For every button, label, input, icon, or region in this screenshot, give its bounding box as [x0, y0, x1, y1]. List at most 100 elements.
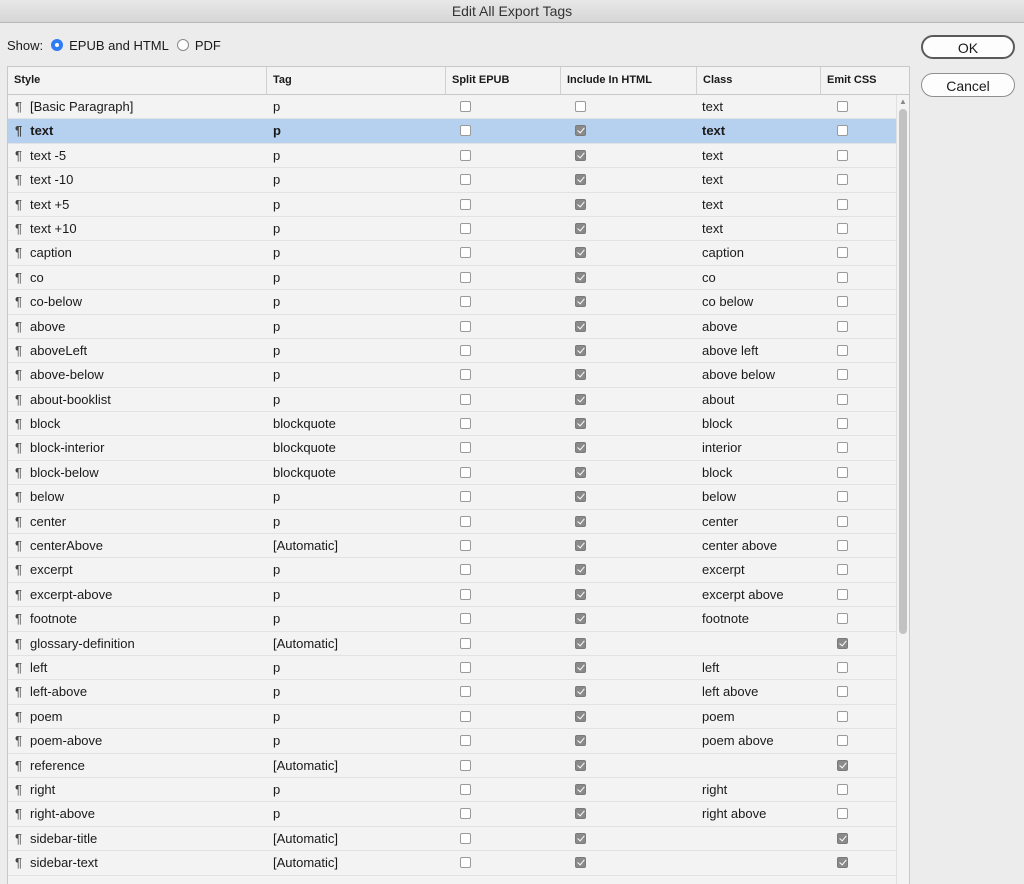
- emit-css-checkbox[interactable]: [837, 418, 848, 430]
- include-html-checkbox[interactable]: [575, 271, 586, 283]
- split-epub-checkbox[interactable]: [460, 125, 471, 137]
- table-row[interactable]: ¶ text +10 p text: [8, 217, 896, 242]
- split-epub-checkbox[interactable]: [460, 857, 471, 869]
- tag-cell[interactable]: p: [273, 144, 280, 168]
- split-epub-checkbox[interactable]: [460, 491, 471, 503]
- emit-css-checkbox[interactable]: [837, 637, 848, 649]
- split-epub-checkbox[interactable]: [460, 222, 471, 234]
- tag-cell[interactable]: [Automatic]: [273, 754, 338, 778]
- class-cell[interactable]: right above: [702, 802, 766, 826]
- include-html-checkbox[interactable]: [575, 540, 586, 552]
- include-html-checkbox[interactable]: [575, 710, 586, 722]
- emit-css-checkbox[interactable]: [837, 564, 848, 576]
- include-html-checkbox[interactable]: [575, 466, 586, 478]
- table-row[interactable]: ¶ glossary-definition [Automatic]: [8, 632, 896, 656]
- split-epub-checkbox[interactable]: [460, 637, 471, 649]
- emit-css-checkbox[interactable]: [837, 588, 848, 600]
- emit-css-checkbox[interactable]: [837, 540, 848, 552]
- include-html-checkbox[interactable]: [575, 661, 586, 673]
- split-epub-checkbox[interactable]: [460, 783, 471, 795]
- include-html-checkbox[interactable]: [575, 174, 586, 186]
- table-row[interactable]: ¶ below p below: [8, 485, 896, 510]
- column-header-style[interactable]: Style: [8, 67, 267, 94]
- tag-cell[interactable]: p: [273, 778, 280, 802]
- split-epub-checkbox[interactable]: [460, 442, 471, 454]
- include-html-checkbox[interactable]: [575, 247, 586, 259]
- table-row[interactable]: ¶ right-above p right above: [8, 802, 896, 827]
- tag-cell[interactable]: [Automatic]: [273, 827, 338, 851]
- class-cell[interactable]: text: [702, 168, 723, 192]
- class-cell[interactable]: caption: [702, 241, 744, 265]
- radio-pdf[interactable]: [176, 39, 189, 51]
- include-html-checkbox[interactable]: [575, 832, 586, 844]
- include-html-checkbox[interactable]: [575, 125, 586, 137]
- class-cell[interactable]: center: [702, 510, 738, 534]
- table-row[interactable]: ¶ excerpt-above p excerpt above: [8, 583, 896, 608]
- table-row[interactable]: ¶ co-below p co below: [8, 290, 896, 315]
- tag-cell[interactable]: p: [273, 583, 280, 607]
- emit-css-checkbox[interactable]: [837, 808, 848, 820]
- include-html-checkbox[interactable]: [575, 735, 586, 747]
- include-html-checkbox[interactable]: [575, 369, 586, 381]
- table-row[interactable]: ¶ text -5 p text: [8, 144, 896, 169]
- tag-cell[interactable]: blockquote: [273, 461, 336, 485]
- cancel-button[interactable]: Cancel: [921, 73, 1015, 97]
- emit-css-checkbox[interactable]: [837, 515, 848, 527]
- column-header-split-epub[interactable]: Split EPUB: [446, 67, 561, 94]
- tag-cell[interactable]: p: [273, 363, 280, 387]
- split-epub-checkbox[interactable]: [460, 418, 471, 430]
- tag-cell[interactable]: [Automatic]: [273, 632, 338, 656]
- class-cell[interactable]: excerpt above: [702, 583, 784, 607]
- tag-cell[interactable]: p: [273, 217, 280, 241]
- tag-cell[interactable]: p: [273, 168, 280, 192]
- class-cell[interactable]: poem: [702, 705, 735, 729]
- emit-css-checkbox[interactable]: [837, 613, 848, 625]
- include-html-checkbox[interactable]: [575, 149, 586, 161]
- ok-button[interactable]: OK: [921, 35, 1015, 59]
- include-html-checkbox[interactable]: [575, 320, 586, 332]
- class-cell[interactable]: text: [702, 193, 723, 217]
- table-row[interactable]: ¶ reference [Automatic]: [8, 754, 896, 778]
- table-row[interactable]: ¶ right p right: [8, 778, 896, 803]
- table-row[interactable]: ¶ centerAbove [Automatic] center above: [8, 534, 896, 559]
- split-epub-checkbox[interactable]: [460, 564, 471, 576]
- include-html-checkbox[interactable]: [575, 759, 586, 771]
- tag-cell[interactable]: p: [273, 339, 280, 363]
- split-epub-checkbox[interactable]: [460, 613, 471, 625]
- class-cell[interactable]: about: [702, 388, 735, 412]
- include-html-checkbox[interactable]: [575, 296, 586, 308]
- include-html-checkbox[interactable]: [575, 588, 586, 600]
- emit-css-checkbox[interactable]: [837, 247, 848, 259]
- emit-css-checkbox[interactable]: [837, 442, 848, 454]
- emit-css-checkbox[interactable]: [837, 125, 848, 137]
- emit-css-checkbox[interactable]: [837, 174, 848, 186]
- table-row[interactable]: ¶ center p center: [8, 510, 896, 535]
- radio-pdf-label[interactable]: PDF: [195, 38, 221, 53]
- split-epub-checkbox[interactable]: [460, 466, 471, 478]
- table-row[interactable]: ¶ poem p poem: [8, 705, 896, 730]
- split-epub-checkbox[interactable]: [460, 661, 471, 673]
- include-html-checkbox[interactable]: [575, 101, 586, 112]
- split-epub-checkbox[interactable]: [460, 174, 471, 186]
- include-html-checkbox[interactable]: [575, 418, 586, 430]
- table-row[interactable]: ¶ left p left: [8, 656, 896, 681]
- class-cell[interactable]: above: [702, 315, 737, 339]
- split-epub-checkbox[interactable]: [460, 101, 471, 112]
- class-cell[interactable]: text: [702, 95, 723, 119]
- table-row[interactable]: ¶ footnote p footnote: [8, 607, 896, 632]
- tag-cell[interactable]: p: [273, 241, 280, 265]
- split-epub-checkbox[interactable]: [460, 832, 471, 844]
- table-row[interactable]: ¶ excerpt p excerpt: [8, 558, 896, 583]
- emit-css-checkbox[interactable]: [837, 271, 848, 283]
- include-html-checkbox[interactable]: [575, 637, 586, 649]
- tag-cell[interactable]: p: [273, 290, 280, 314]
- vertical-scrollbar[interactable]: ▲: [896, 95, 909, 884]
- tag-cell[interactable]: blockquote: [273, 436, 336, 460]
- emit-css-checkbox[interactable]: [837, 393, 848, 405]
- class-cell[interactable]: block: [702, 412, 732, 436]
- column-header-include-html[interactable]: Include In HTML: [561, 67, 697, 94]
- class-cell[interactable]: text: [702, 217, 723, 241]
- scrollbar-thumb[interactable]: [899, 109, 907, 634]
- include-html-checkbox[interactable]: [575, 564, 586, 576]
- include-html-checkbox[interactable]: [575, 808, 586, 820]
